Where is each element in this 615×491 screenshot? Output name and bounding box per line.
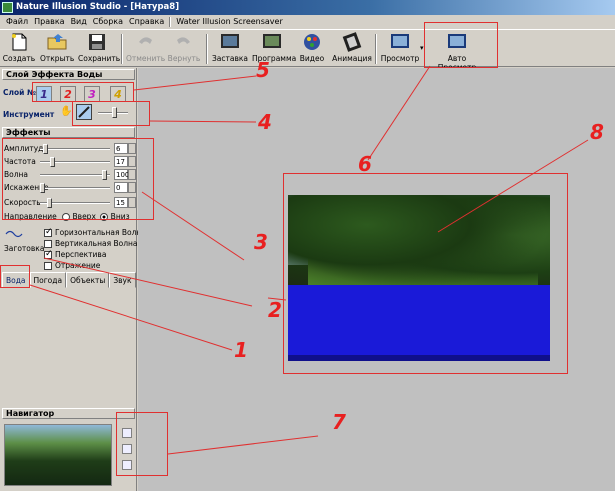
reflection-checkbox[interactable]: Отражение [44, 261, 100, 272]
window-title: Nature Illusion Studio - [Натура8] [16, 2, 180, 12]
open-label: Открыть [40, 54, 75, 63]
annotation-label-4: 4 [258, 110, 272, 134]
annotation-box-4 [72, 101, 150, 126]
save-label: Сохранить [78, 54, 121, 63]
toolbar-separator [121, 34, 123, 64]
toolbar-separator [375, 34, 377, 64]
perspective-label: Перспектива [55, 250, 107, 259]
create-label: Создать [2, 54, 36, 63]
program-icon [263, 34, 281, 48]
toolbar: Создать Открыть Сохранить Отменить Верну… [0, 29, 615, 72]
annotation-label-3: 3 [254, 230, 268, 254]
menu-view[interactable]: Вид [68, 15, 90, 29]
annotation-label-1: 1 [234, 338, 248, 362]
tool-label: Инструмент [3, 110, 55, 119]
vertical-wave-label: Вертикальная Волна [55, 239, 138, 248]
wave-preset-icon[interactable] [4, 228, 28, 240]
tab-objects[interactable]: Объекты [66, 272, 110, 288]
save-button[interactable]: Сохранить [78, 32, 120, 66]
undo-label: Отменить [126, 54, 166, 63]
screensaver-icon [221, 34, 239, 48]
annotation-box-3 [2, 138, 154, 220]
animation-label: Анимация [332, 54, 372, 63]
water-layer-header: Слой Эффекта Воды [2, 69, 135, 80]
tab-weather[interactable]: Погода [29, 272, 67, 288]
annotation-label-5: 5 [256, 58, 270, 82]
menu-edit[interactable]: Правка [31, 15, 67, 29]
menu-water-screensaver[interactable]: Water Illusion Screensaver [173, 15, 285, 29]
toolbar-separator [206, 34, 208, 64]
video-button[interactable]: Видео [296, 32, 328, 66]
vertical-wave-checkbox[interactable]: Вертикальная Волна [44, 239, 138, 250]
annotation-label-8: 8 [590, 120, 604, 144]
undo-button[interactable]: Отменить [126, 32, 166, 66]
menu-file[interactable]: Файл [3, 15, 31, 29]
horizontal-wave-checkbox[interactable]: Горизонтальная Волна [44, 227, 146, 239]
menu-separator [169, 17, 172, 27]
floppy-icon [89, 34, 105, 50]
perspective-checkbox[interactable]: Перспектива [44, 249, 107, 261]
effects-header: Эффекты [2, 127, 135, 138]
annotation-label-7: 7 [332, 410, 346, 434]
new-file-icon [12, 33, 27, 51]
annotation-box-5 [32, 82, 134, 102]
annotation-box-1 [0, 265, 30, 288]
checkbox-unchecked-icon[interactable] [44, 240, 52, 248]
redo-label: Вернуть [167, 54, 201, 63]
video-label: Видео [299, 54, 325, 63]
menu-help[interactable]: Справка [126, 15, 167, 29]
undo-icon [139, 37, 152, 44]
checkbox-checked-icon[interactable] [44, 249, 53, 259]
app-icon [2, 2, 13, 13]
tab-sound[interactable]: Звук [109, 272, 136, 288]
redo-button[interactable]: Вернуть [166, 32, 202, 66]
annotation-label-6: 6 [358, 152, 372, 176]
open-folder-icon [47, 34, 67, 50]
animation-button[interactable]: Анимация [332, 32, 372, 66]
annotation-box-7 [116, 412, 168, 476]
preview-icon [391, 34, 409, 48]
open-button[interactable]: Открыть [40, 32, 74, 66]
title-bar: Nature Illusion Studio - [Натура8] [0, 0, 615, 15]
annotation-label-2: 2 [268, 298, 282, 322]
preview-button[interactable]: Просмотр [380, 32, 420, 66]
checkbox-unchecked-icon[interactable] [44, 262, 52, 270]
redo-icon [177, 37, 190, 44]
film-reel-icon [304, 34, 320, 50]
preview-dropdown-arrow-icon[interactable]: ▾ [420, 44, 424, 52]
horizontal-wave-label: Горизонтальная Волна [55, 228, 146, 237]
annotation-box-6 [424, 22, 498, 68]
navigator-thumbnail[interactable] [4, 424, 112, 486]
reflection-label: Отражение [55, 261, 101, 270]
annotation-box-2 [283, 173, 568, 374]
menu-bar: Файл Правка Вид Сборка Справка Water Ill… [0, 15, 615, 29]
screensaver-button[interactable]: Заставка [210, 32, 250, 66]
template-label: Заготовка [4, 244, 45, 253]
checkbox-checked-icon[interactable] [44, 227, 53, 237]
menu-build[interactable]: Сборка [90, 15, 126, 29]
preview-label: Просмотр [380, 54, 420, 63]
hand-tool-icon[interactable]: ✋ [60, 106, 72, 117]
film-strip-icon [342, 32, 362, 52]
create-button[interactable]: Создать [2, 32, 36, 66]
screensaver-label: Заставка [211, 54, 249, 63]
